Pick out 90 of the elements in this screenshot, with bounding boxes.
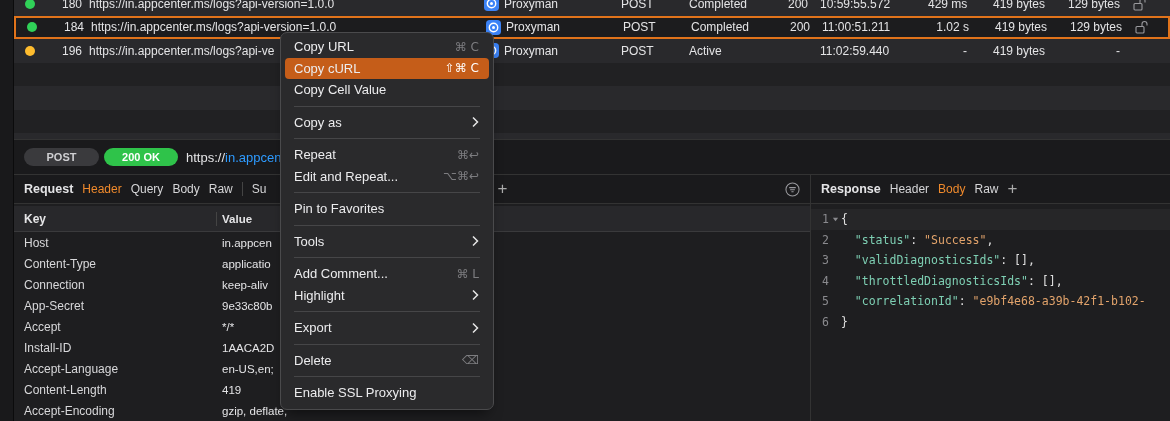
column-header: Key: [14, 211, 217, 226]
line-number: 4: [821, 273, 829, 288]
add-tab-button[interactable]: +: [1007, 179, 1018, 199]
request-method: POST: [621, 43, 654, 58]
request-time: 10:59:55.572: [820, 0, 891, 11]
header-key: Connection: [14, 277, 217, 292]
menu-item[interactable]: Copy URL ⌘ C: [285, 36, 489, 58]
code-line: "throttledDiagnosticsIds": [],: [853, 273, 1063, 288]
header-value: in.appcen: [221, 236, 272, 249]
header-value: applicatio: [221, 257, 271, 270]
request-duration: 429 ms: [928, 0, 968, 11]
line-number: 1: [821, 212, 829, 227]
menu-item[interactable]: Export: [285, 317, 489, 339]
request-id: 180: [61, 0, 82, 11]
header-key: Content-Length: [14, 382, 217, 397]
app-name: Proxyman: [504, 0, 559, 11]
header-value: 1AACA2D: [221, 341, 275, 354]
url-host: in.appcen: [225, 149, 282, 165]
request-status: Completed: [691, 20, 750, 35]
request-id: 196: [61, 43, 82, 58]
method-pill: POST: [24, 148, 99, 167]
request-tab[interactable]: Su: [251, 182, 267, 196]
response-size: -: [1116, 43, 1120, 58]
app-icon: [486, 19, 501, 35]
line-number: 3: [821, 253, 829, 268]
app-icon: [484, 0, 499, 12]
header-key: Install-ID: [14, 340, 217, 355]
request-tab[interactable]: Header: [82, 182, 122, 196]
request-tab[interactable]: Body: [172, 182, 200, 196]
status-pill: 200 OK: [104, 148, 178, 167]
request-title: Request: [24, 182, 74, 196]
request-time: 11:00:51.211: [822, 20, 891, 35]
code-line: "validDiagnosticsIds": [],: [853, 253, 1035, 268]
header-key: Accept-Language: [14, 361, 217, 376]
header-key: Accept: [14, 319, 217, 334]
header-key: App-Secret: [14, 298, 217, 313]
request-size: 419 bytes: [993, 43, 1046, 58]
request-status: Active: [689, 43, 722, 58]
status-code: 200: [787, 0, 808, 11]
request-tab[interactable]: Query: [130, 182, 164, 196]
response-tab[interactable]: Header: [889, 182, 930, 196]
request-duration: -: [963, 43, 967, 58]
menu-item[interactable]: Edit and Repeat... ⌥⌘↩: [285, 165, 489, 187]
header-key: Content-Type: [14, 256, 217, 271]
menu-item[interactable]: Pin to Favorites: [285, 198, 489, 220]
column-header: Value: [221, 212, 253, 225]
fold-triangle-icon[interactable]: [831, 215, 839, 223]
code-line: {: [841, 212, 848, 227]
app-name: Proxyman: [506, 20, 561, 35]
header-key: Host: [14, 235, 217, 250]
code-line: "correlationId": "e9bf4e68-a39b-42f1-b102-: [853, 294, 1146, 309]
menu-item[interactable]: Copy cURL ⇧⌘ C: [285, 57, 489, 79]
request-time: 11:02:59.440: [820, 43, 890, 58]
request-id: 184: [63, 20, 84, 35]
header-key: Accept-Encoding: [14, 403, 217, 418]
response-tab[interactable]: Body: [938, 182, 966, 196]
menu-item[interactable]: Copy as: [285, 111, 489, 133]
add-tab-button[interactable]: +: [497, 179, 508, 199]
line-number: 6: [821, 314, 829, 329]
header-value: 419: [221, 383, 242, 396]
menu-item[interactable]: Repeat ⌘↩: [285, 144, 489, 166]
status-code: 200: [789, 20, 810, 35]
request-size: 419 bytes: [995, 20, 1048, 35]
filter-icon[interactable]: [785, 181, 800, 197]
request-url: https://in.appcenter.ms/logs?api-ve: [89, 43, 275, 58]
header-value: gzip, deflate,: [221, 404, 288, 417]
line-number: 5: [821, 294, 829, 309]
header-value: 9e33c80b: [221, 299, 273, 312]
header-value: keep-aliv: [221, 278, 269, 291]
response-tab[interactable]: Raw: [974, 182, 999, 196]
menu-item[interactable]: Tools: [285, 230, 489, 252]
url-scheme: https://: [186, 149, 226, 165]
menu-item[interactable]: Delete ⌫: [285, 349, 489, 371]
menu-item[interactable]: Copy Cell Value: [285, 79, 489, 101]
line-number: 2: [821, 232, 829, 247]
menu-item[interactable]: Enable SSL Proxying: [285, 382, 489, 404]
menu-item[interactable]: Add Comment... ⌘ L: [285, 263, 489, 285]
response-size: 129 bytes: [1069, 20, 1122, 35]
request-tab[interactable]: Raw: [208, 182, 233, 196]
header-value: */*: [221, 320, 235, 333]
header-value: en-US,en;: [221, 362, 274, 375]
response-title: Response: [821, 182, 881, 196]
code-line: }: [841, 314, 848, 329]
app-name: Proxyman: [504, 43, 559, 58]
request-method: POST: [623, 20, 656, 35]
request-duration: 1.02 s: [936, 20, 969, 35]
request-url: https://in.appcenter.ms/logs?api-version=1.0.0: [91, 20, 337, 35]
code-line: "status": "Success",: [853, 232, 994, 247]
request-method: POST: [621, 0, 654, 11]
menu-item[interactable]: Highlight: [285, 284, 489, 306]
